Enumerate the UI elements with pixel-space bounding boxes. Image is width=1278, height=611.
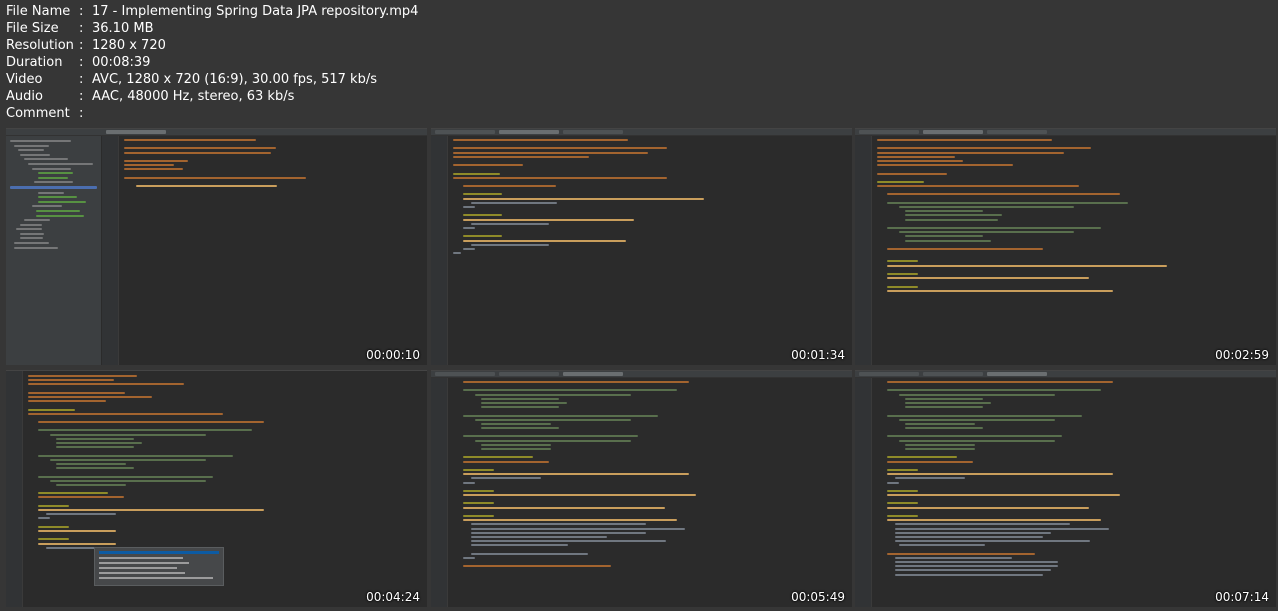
meta-key: Video <box>6 72 43 87</box>
meta-key: File Size <box>6 21 59 36</box>
meta-row-video: Video : AVC, 1280 x 720 (16:9), 30.00 fp… <box>6 71 418 88</box>
line-number-gutter <box>431 136 448 365</box>
editor-tab-bar <box>431 129 852 136</box>
meta-separator: : <box>79 21 84 36</box>
editor-tab-bar <box>855 371 1276 378</box>
video-thumbnail[interactable]: 00:02:59 <box>855 128 1276 365</box>
meta-separator: : <box>79 4 84 19</box>
project-tree-panel <box>6 136 102 365</box>
video-thumbnail[interactable]: 00:07:14 <box>855 370 1276 607</box>
meta-separator: : <box>79 106 84 121</box>
meta-key: Comment <box>6 106 70 121</box>
line-number-gutter <box>102 136 119 365</box>
meta-row-file-name: File Name : 17 - Implementing Spring Dat… <box>6 3 418 20</box>
code-editor <box>124 139 417 189</box>
meta-key: Audio <box>6 89 43 104</box>
meta-row-comment: Comment : <box>6 105 418 122</box>
code-editor <box>877 139 1266 294</box>
meta-separator: : <box>79 55 84 70</box>
code-editor <box>877 381 1266 578</box>
meta-key: Duration <box>6 55 63 70</box>
meta-row-audio: Audio : AAC, 48000 Hz, stereo, 63 kb/s <box>6 88 418 105</box>
editor-tab-bar <box>6 129 427 136</box>
thumbnail-timestamp: 00:00:10 <box>366 348 420 362</box>
meta-value: AVC, 1280 x 720 (16:9), 30.00 fps, 517 k… <box>92 72 377 87</box>
editor-tab-bar <box>855 129 1276 136</box>
meta-value: AAC, 48000 Hz, stereo, 63 kb/s <box>92 89 295 104</box>
meta-value: 17 - Implementing Spring Data JPA reposi… <box>92 4 419 19</box>
video-thumbnail[interactable]: 00:01:34 <box>431 128 852 365</box>
thumbnail-timestamp: 00:04:24 <box>366 590 420 604</box>
meta-key: Resolution <box>6 38 74 53</box>
meta-key: File Name <box>6 4 71 19</box>
meta-separator: : <box>79 89 84 104</box>
line-number-gutter <box>6 371 23 607</box>
video-thumbnail[interactable]: 00:00:10 <box>6 128 427 365</box>
video-thumbnail[interactable]: 00:04:24 <box>6 370 427 607</box>
file-metadata: File Name : 17 - Implementing Spring Dat… <box>6 3 418 122</box>
thumbnail-timestamp: 00:01:34 <box>791 348 845 362</box>
meta-separator: : <box>79 38 84 53</box>
thumbnail-timestamp: 00:07:14 <box>1215 590 1269 604</box>
meta-row-file-size: File Size : 36.10 MB <box>6 20 418 37</box>
meta-separator: : <box>79 72 84 87</box>
meta-value: 1280 x 720 <box>92 38 166 53</box>
thumbnail-timestamp: 00:05:49 <box>791 590 845 604</box>
code-editor <box>453 381 842 569</box>
line-number-gutter <box>855 136 872 365</box>
meta-value: 36.10 MB <box>92 21 154 36</box>
meta-row-resolution: Resolution : 1280 x 720 <box>6 37 418 54</box>
line-number-gutter <box>855 378 872 607</box>
autocomplete-popup <box>94 547 224 586</box>
meta-row-duration: Duration : 00:08:39 <box>6 54 418 71</box>
thumbnail-timestamp: 00:02:59 <box>1215 348 1269 362</box>
line-number-gutter <box>431 378 448 607</box>
code-editor <box>28 375 417 551</box>
video-thumbnail[interactable]: 00:05:49 <box>431 370 852 607</box>
meta-value: 00:08:39 <box>92 55 151 70</box>
code-editor <box>453 139 842 256</box>
editor-tab-bar <box>431 371 852 378</box>
